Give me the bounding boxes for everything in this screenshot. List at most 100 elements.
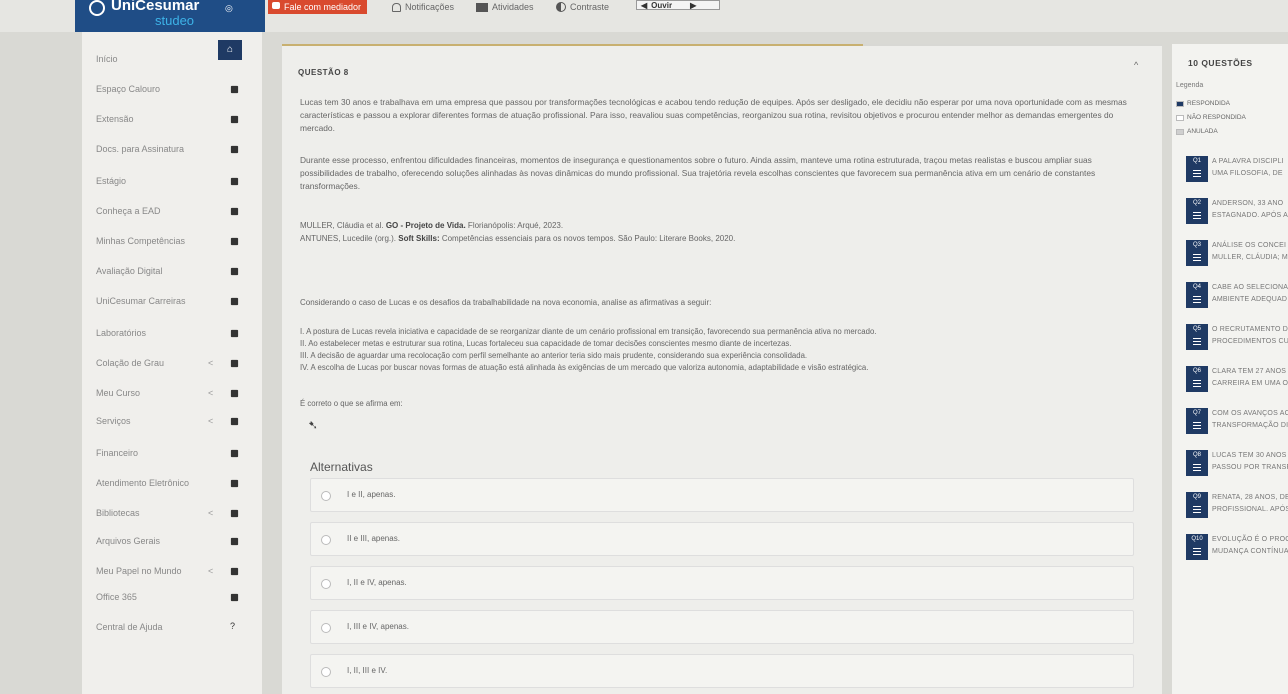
question-badge[interactable]: Q6 [1186, 366, 1208, 392]
question-prompt: Considerando o caso de Lucas e os desafi… [300, 298, 712, 307]
statement-3: III. A decisão de aguardar uma recolocaç… [300, 351, 808, 360]
activities-button[interactable]: Atividades [476, 0, 534, 14]
question-number: Q1 [1192, 158, 1201, 164]
sidebar-item-label: Central de Ajuda [96, 622, 163, 632]
question-nav-item[interactable]: Q6 CLARA TEM 27 ANOS CARREIRA EM UMA O [1178, 366, 1288, 394]
legend-title: Legenda [1176, 82, 1204, 89]
collapse-icon[interactable]: ^ [1134, 60, 1138, 70]
settings-icon[interactable]: ◎ [225, 3, 233, 14]
question-badge[interactable]: Q8 [1186, 450, 1208, 476]
sidebar-item-6[interactable]: Minhas Competências [82, 232, 262, 252]
sidebar-item-17[interactable]: Meu Papel no Mundo < [82, 562, 262, 582]
chevron-left-icon[interactable]: < [208, 416, 213, 426]
sidebar-item-11[interactable]: Meu Curso < [82, 384, 262, 404]
sidebar-item-2[interactable]: Extensão [82, 110, 262, 130]
question-nav-item[interactable]: Q3 ANÁLISE OS CONCEI MULLER, CLÁUDIA; M [1178, 240, 1288, 268]
radio-button[interactable] [321, 667, 331, 677]
sidebar-item-label: Bibliotecas [96, 508, 140, 518]
sidebar-item-12[interactable]: Serviços < [82, 412, 262, 432]
reference-2-title: Soft Skills: [398, 234, 440, 243]
question-nav-item[interactable]: Q1 A PALAVRA DISCIPLI UMA FILOSOFIA, DE [1178, 156, 1288, 184]
mouse-cursor-icon: ➷ [308, 418, 319, 432]
mediador-button[interactable]: Fale com mediador [268, 0, 368, 14]
chevron-left-icon[interactable]: < [208, 358, 213, 368]
sidebar-item-15[interactable]: Bibliotecas < [82, 504, 262, 524]
sidebar-item-1[interactable]: Espaço Calouro [82, 80, 262, 100]
radio-button[interactable] [321, 579, 331, 589]
radio-button[interactable] [321, 535, 331, 545]
alternative-e[interactable]: I, II, III e IV. [310, 654, 1134, 688]
sidebar-item-0[interactable]: Início [82, 50, 262, 70]
alternative-label: I, II, III e IV. [347, 666, 388, 675]
sidebar-item-5[interactable]: Conheça a EAD [82, 202, 262, 222]
question-badge[interactable]: Q5 [1186, 324, 1208, 350]
question-badge[interactable]: Q4 [1186, 282, 1208, 308]
question-preview-line1: RENATA, 28 ANOS, DE [1212, 494, 1288, 501]
sidebar-item-16[interactable]: Arquivos Gerais [82, 532, 262, 552]
sidebar-item-14[interactable]: Atendimento Eletrônico [82, 474, 262, 494]
puzzle-icon [230, 479, 239, 488]
chevron-left-icon[interactable]: < [208, 566, 213, 576]
question-number: Q10 [1191, 536, 1203, 542]
question-badge[interactable]: Q10 [1186, 534, 1208, 560]
alternative-label: I, III e IV, apenas. [347, 622, 409, 631]
building-icon [230, 417, 239, 426]
question-paragraph-1: Lucas tem 30 anos e trabalhava em uma em… [300, 97, 1127, 133]
contrast-button[interactable]: Contraste [556, 0, 609, 14]
sidebar-item-label: Minhas Competências [96, 236, 186, 246]
question-number: Q5 [1192, 326, 1201, 332]
question-badge[interactable]: Q1 [1186, 156, 1208, 182]
sidebar-item-3[interactable]: Docs. para Assinatura [82, 140, 262, 160]
unicesumar-logo-icon [89, 0, 105, 16]
alternative-c[interactable]: I, II e IV, apenas. [310, 566, 1134, 600]
chevron-left-icon[interactable]: < [208, 508, 213, 518]
question-nav-item[interactable]: Q5 O RECRUTAMENTO D PROCEDIMENTOS CU [1178, 324, 1288, 352]
calendar-icon [230, 115, 239, 124]
listen-button[interactable]: ◀ Ouvir ▶ [636, 0, 720, 10]
sidebar-item-7[interactable]: Avaliação Digital [82, 262, 262, 282]
sidebar-item-label: Serviços [96, 416, 131, 426]
dollar-icon [230, 449, 239, 458]
alternative-b[interactable]: II e III, apenas. [310, 522, 1134, 556]
questions-count-title: 10 QUESTÕES [1188, 58, 1253, 68]
puzzle-icon [230, 207, 239, 216]
questions-panel: 10 QUESTÕES Legenda RESPONDIDA NÃO RESPON… [1172, 44, 1288, 694]
alternative-label: II e III, apenas. [347, 534, 400, 543]
question-nav-item[interactable]: Q9 RENATA, 28 ANOS, DE PROFISSIONAL. APÓS … [1178, 492, 1288, 520]
sidebar-item-19[interactable]: Central de Ajuda? [82, 618, 262, 638]
question-badge[interactable]: Q7 [1186, 408, 1208, 434]
radio-button[interactable] [321, 623, 331, 633]
question-badge[interactable]: Q2 [1186, 198, 1208, 224]
question-number: Q3 [1192, 242, 1201, 248]
brand-logo-area[interactable]: UniCesumar studeo ◎ [75, 0, 265, 32]
question-nav-item[interactable]: Q10 EVOLUÇÃO É O PROCE MUDANÇA CONTÍNUA, [1178, 534, 1288, 562]
sidebar-item-10[interactable]: Colação de Grau < [82, 354, 262, 374]
menu-icon [1193, 254, 1201, 261]
sidebar-item-18[interactable]: Office 365 [82, 588, 262, 608]
alternative-a[interactable]: I e II, apenas. [310, 478, 1134, 512]
question-badge[interactable]: Q3 [1186, 240, 1208, 266]
question-nav-item[interactable]: Q7 COM OS AVANÇOS AC TRANSFORMAÇÃO DI [1178, 408, 1288, 436]
brand-sub: studeo [155, 13, 195, 28]
sidebar-item-4[interactable]: Estágio [82, 172, 262, 192]
sidebar-item-13[interactable]: Financeiro [82, 444, 262, 464]
sidebar-item-label: Office 365 [96, 592, 137, 602]
notifications-button[interactable]: Notificações [392, 0, 454, 14]
graduation-cap-icon [230, 389, 239, 398]
question-nav-item[interactable]: Q4 CABE AO SELECIONAI AMBIENTE ADEQUAD [1178, 282, 1288, 310]
question-preview-line1: CLARA TEM 27 ANOS [1212, 368, 1287, 375]
mediador-label: Fale com mediador [284, 2, 362, 12]
question-badge[interactable]: Q9 [1186, 492, 1208, 518]
question-nav-item[interactable]: Q8 LUCAS TEM 30 ANOS PASSOU POR TRANSFO [1178, 450, 1288, 478]
sidebar-item-9[interactable]: Laboratórios [82, 324, 262, 344]
question-number: Q6 [1192, 368, 1201, 374]
play-icon[interactable]: ▶ [690, 1, 696, 10]
graduation-cap-icon [230, 359, 239, 368]
chevron-left-icon[interactable]: < [208, 388, 213, 398]
radio-button[interactable] [321, 491, 331, 501]
sidebar-item-8[interactable]: UniCesumar Carreiras [82, 292, 262, 312]
question-nav-item[interactable]: Q2 ANDERSON, 33 ANO ESTAGNADO. APÓS A [1178, 198, 1288, 226]
alternative-d[interactable]: I, III e IV, apenas. [310, 610, 1134, 644]
question-preview-line1: EVOLUÇÃO É O PROCE [1212, 536, 1288, 543]
menu-icon [1193, 338, 1201, 345]
